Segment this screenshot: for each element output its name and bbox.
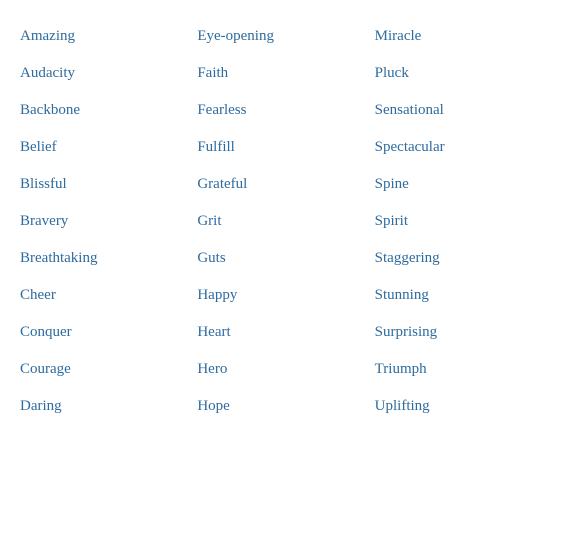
word-item: Triumph [371, 351, 548, 388]
word-item: Guts [193, 240, 370, 277]
word-item: Spirit [371, 203, 548, 240]
word-item: Spectacular [371, 129, 548, 166]
word-item: Conquer [16, 314, 193, 351]
word-item: Grit [193, 203, 370, 240]
word-item: Spine [371, 166, 548, 203]
word-item: Bravery [16, 203, 193, 240]
word-grid: AmazingAudacityBackboneBeliefBlissfulBra… [0, 10, 564, 433]
word-item: Fulfill [193, 129, 370, 166]
word-item: Daring [16, 388, 193, 425]
word-item: Miracle [371, 18, 548, 55]
word-item: Surprising [371, 314, 548, 351]
word-item: Blissful [16, 166, 193, 203]
word-item: Hope [193, 388, 370, 425]
word-item: Sensational [371, 92, 548, 129]
word-item: Breathtaking [16, 240, 193, 277]
word-column-3: MiraclePluckSensationalSpectacularSpineS… [371, 18, 548, 425]
word-item: Cheer [16, 277, 193, 314]
word-column-2: Eye-openingFaithFearlessFulfillGratefulG… [193, 18, 370, 425]
word-item: Heart [193, 314, 370, 351]
word-item: Uplifting [371, 388, 548, 425]
word-item: Happy [193, 277, 370, 314]
word-item: Staggering [371, 240, 548, 277]
word-column-1: AmazingAudacityBackboneBeliefBlissfulBra… [16, 18, 193, 425]
word-item: Faith [193, 55, 370, 92]
word-item: Fearless [193, 92, 370, 129]
word-item: Eye-opening [193, 18, 370, 55]
word-item: Backbone [16, 92, 193, 129]
word-item: Stunning [371, 277, 548, 314]
word-item: Belief [16, 129, 193, 166]
word-item: Grateful [193, 166, 370, 203]
word-item: Pluck [371, 55, 548, 92]
word-item: Amazing [16, 18, 193, 55]
word-item: Hero [193, 351, 370, 388]
word-item: Audacity [16, 55, 193, 92]
word-item: Courage [16, 351, 193, 388]
